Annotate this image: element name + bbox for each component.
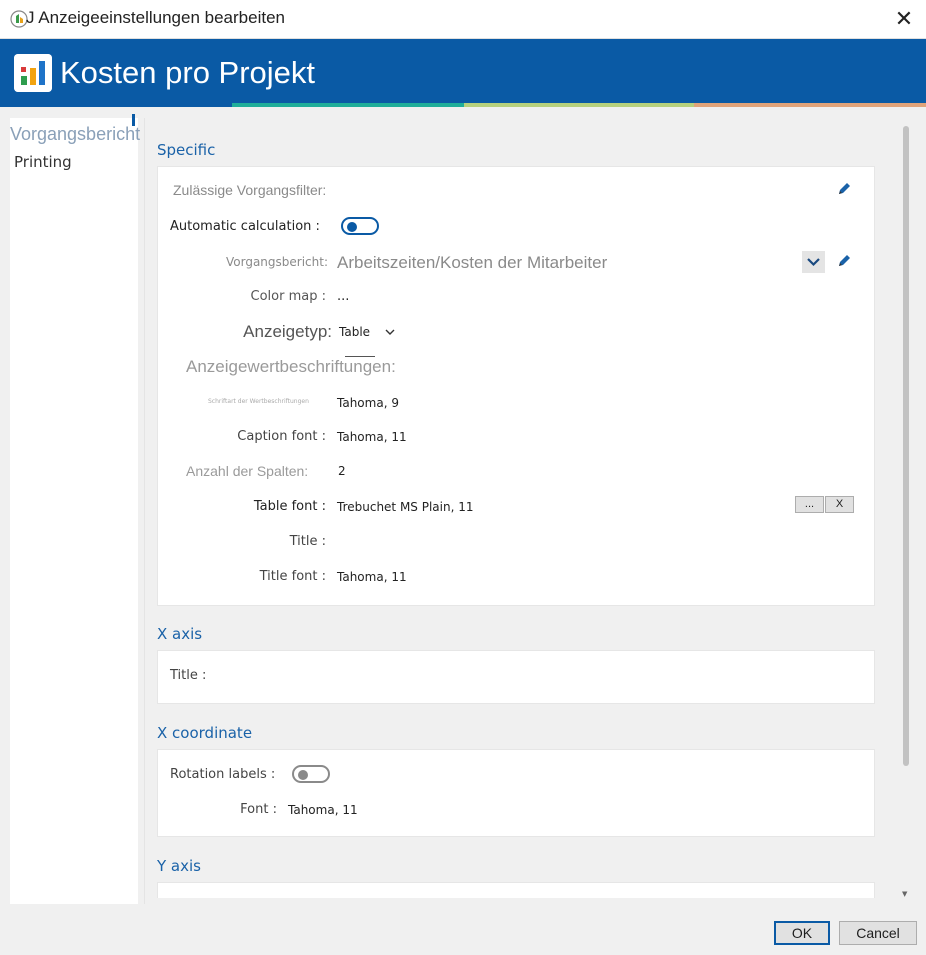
scroll-down-icon[interactable]: ▼ bbox=[902, 890, 907, 898]
caption-font-small-label: Schriftart der Wertbeschriftungen bbox=[208, 398, 309, 405]
table-font-clear-button[interactable]: X bbox=[825, 496, 854, 513]
title-font-value[interactable]: Tahoma, 11 bbox=[337, 570, 407, 584]
close-icon[interactable]: ✕ bbox=[893, 7, 915, 31]
section-title-specific: Specific bbox=[157, 141, 216, 159]
accent-bar bbox=[232, 103, 464, 107]
section-title-y-axis: Y axis bbox=[157, 857, 201, 875]
display-type-value[interactable]: Table bbox=[339, 325, 370, 339]
window-titlebar: J Anzeigeeinstellungen bearbeiten ✕ bbox=[0, 0, 926, 39]
table-font-value[interactable]: Trebuchet MS Plain, 11 bbox=[337, 500, 474, 514]
columns-value[interactable]: 2 bbox=[338, 464, 346, 478]
nav-item-vorgangsbericht[interactable]: Vorgangsbericht bbox=[10, 124, 140, 145]
title-font-label: Title font : bbox=[259, 569, 326, 584]
allowed-filters-label: Zulässige Vorgangsfilter: bbox=[173, 182, 327, 198]
columns-label: Anzahl der Spalten: bbox=[186, 463, 309, 479]
accent-bar bbox=[464, 103, 694, 107]
pencil-icon[interactable] bbox=[836, 253, 852, 269]
accent-bar bbox=[694, 103, 926, 107]
auto-calc-label: Automatic calculation : bbox=[170, 219, 320, 234]
color-map-label: Color map : bbox=[250, 289, 326, 304]
card-x-coordinate bbox=[157, 749, 875, 837]
report-dropdown[interactable] bbox=[802, 251, 825, 273]
sidebar bbox=[10, 118, 138, 904]
page-title: Kosten pro Projekt bbox=[60, 55, 316, 90]
card-x-axis bbox=[157, 650, 875, 704]
caption-font-small-value[interactable]: Tahoma, 9 bbox=[337, 396, 399, 410]
table-font-label: Table font : bbox=[253, 499, 326, 514]
pencil-icon[interactable] bbox=[836, 181, 852, 197]
report-label: Vorgangsbericht: bbox=[225, 255, 328, 269]
ok-button[interactable]: OK bbox=[774, 921, 830, 945]
window-title: J Anzeigeeinstellungen bearbeiten bbox=[26, 8, 285, 27]
x-axis-title-label: Title : bbox=[170, 668, 207, 683]
chevron-down-icon[interactable] bbox=[385, 329, 395, 336]
auto-calc-toggle[interactable] bbox=[341, 217, 379, 235]
accent-bar bbox=[0, 103, 232, 107]
chevron-down-icon bbox=[807, 258, 820, 267]
section-title-x-axis: X axis bbox=[157, 625, 203, 643]
report-value: Arbeitszeiten/Kosten der Mitarbeiter bbox=[337, 253, 608, 272]
x-coord-font-label: Font : bbox=[240, 802, 277, 817]
caption-font-value[interactable]: Tahoma, 11 bbox=[337, 430, 407, 444]
x-coord-font-value[interactable]: Tahoma, 11 bbox=[288, 803, 358, 817]
rotation-labels-label: Rotation labels : bbox=[170, 767, 276, 782]
cancel-button[interactable]: Cancel bbox=[839, 921, 917, 945]
chart-logo-icon bbox=[14, 54, 52, 92]
caption-font-label: Caption font : bbox=[237, 429, 326, 444]
card-y-axis bbox=[157, 882, 875, 898]
display-type-label: Anzeigetyp: bbox=[243, 322, 332, 341]
rotation-labels-toggle[interactable] bbox=[292, 765, 330, 783]
table-font-browse-button[interactable]: ... bbox=[795, 496, 824, 513]
title-label: Title : bbox=[289, 534, 326, 549]
section-title-x-coordinate: X coordinate bbox=[157, 724, 253, 742]
value-captions-label: Anzeigewertbeschriftungen: bbox=[186, 357, 396, 376]
scrollbar-thumb[interactable] bbox=[903, 126, 909, 766]
color-map-value[interactable]: ... bbox=[337, 289, 349, 304]
nav-item-printing[interactable]: Printing bbox=[14, 153, 72, 171]
